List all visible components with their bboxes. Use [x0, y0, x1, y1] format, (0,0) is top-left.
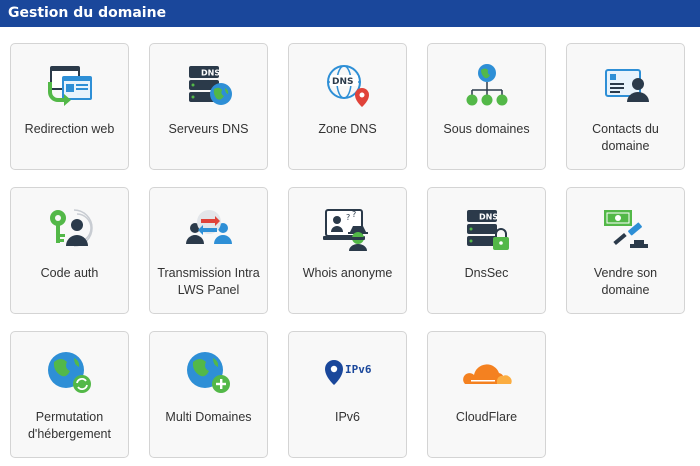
tile-sous-domaines[interactable]: Sous domaines	[427, 43, 546, 170]
tile-permutation-hebergement[interactable]: Permutation d'hébergement	[10, 331, 129, 458]
ipv6-pin-icon: IPv6	[322, 350, 374, 396]
tile-label: Contacts du domaine	[592, 122, 659, 153]
key-user-icon	[44, 206, 96, 252]
dns-server-icon: DNS	[183, 62, 235, 108]
subdomains-icon	[461, 62, 513, 108]
tile-transmission-intra-lws-panel[interactable]: Transmission Intra LWS Panel	[149, 187, 268, 314]
tile-redirection-web[interactable]: Redirection web	[10, 43, 129, 170]
tile-label: Redirection web	[24, 122, 115, 136]
tile-label: Serveurs DNS	[168, 122, 249, 136]
auction-money-icon	[600, 206, 652, 252]
dns-lock-icon: DNS	[461, 206, 513, 252]
globe-plus-icon	[183, 350, 235, 396]
tile-cloudflare[interactable]: CloudFlare	[427, 331, 546, 458]
tile-label: Permutation d'hébergement	[27, 410, 111, 441]
svg-text:IPv6: IPv6	[345, 363, 372, 376]
tile-label: Whois anonyme	[302, 266, 393, 280]
section-title: Gestion du domaine	[8, 5, 167, 21]
tile-ipv6[interactable]: IPv6 IPv6	[288, 331, 407, 458]
section-header: Gestion du domaine	[0, 0, 700, 27]
svg-text:?: ?	[346, 213, 350, 222]
globe-refresh-icon	[44, 350, 96, 396]
tile-label: Code auth	[40, 266, 99, 280]
tile-zone-dns[interactable]: DNS Zone DNS	[288, 43, 407, 170]
contact-card-icon	[600, 62, 652, 108]
tile-dnssec[interactable]: DNS DnsSec	[427, 187, 546, 314]
tile-label: Multi Domaines	[165, 410, 252, 424]
tile-code-auth[interactable]: Code auth	[10, 187, 129, 314]
tile-serveurs-dns[interactable]: DNS Serveurs DNS	[149, 43, 268, 170]
tile-label: Vendre son domaine	[593, 266, 658, 297]
tile-label: DnsSec	[464, 266, 509, 280]
cloudflare-icon	[461, 350, 513, 396]
svg-text:DNS: DNS	[332, 77, 354, 87]
svg-text:?: ?	[352, 210, 356, 219]
tile-label: IPv6	[334, 410, 360, 424]
tile-vendre-son-domaine[interactable]: Vendre son domaine	[566, 187, 685, 314]
svg-text:DNS: DNS	[201, 69, 220, 78]
domain-tools-grid: Redirection web DNS Serveurs DNS DNS Zon…	[10, 43, 685, 458]
dns-zone-icon: DNS	[322, 62, 374, 108]
tile-label: Sous domaines	[443, 122, 530, 136]
tile-label: CloudFlare	[455, 410, 518, 424]
anonymous-user-icon: ? ?	[322, 206, 374, 252]
tile-contacts-du-domaine[interactable]: Contacts du domaine	[566, 43, 685, 170]
redirect-icon	[44, 62, 96, 108]
svg-text:DNS: DNS	[479, 213, 498, 222]
tile-multi-domaines[interactable]: Multi Domaines	[149, 331, 268, 458]
transfer-users-icon	[183, 206, 235, 252]
tile-whois-anonyme[interactable]: ? ? Whois anonyme	[288, 187, 407, 314]
tile-label: Transmission Intra LWS Panel	[157, 266, 260, 297]
tile-label: Zone DNS	[318, 122, 377, 136]
